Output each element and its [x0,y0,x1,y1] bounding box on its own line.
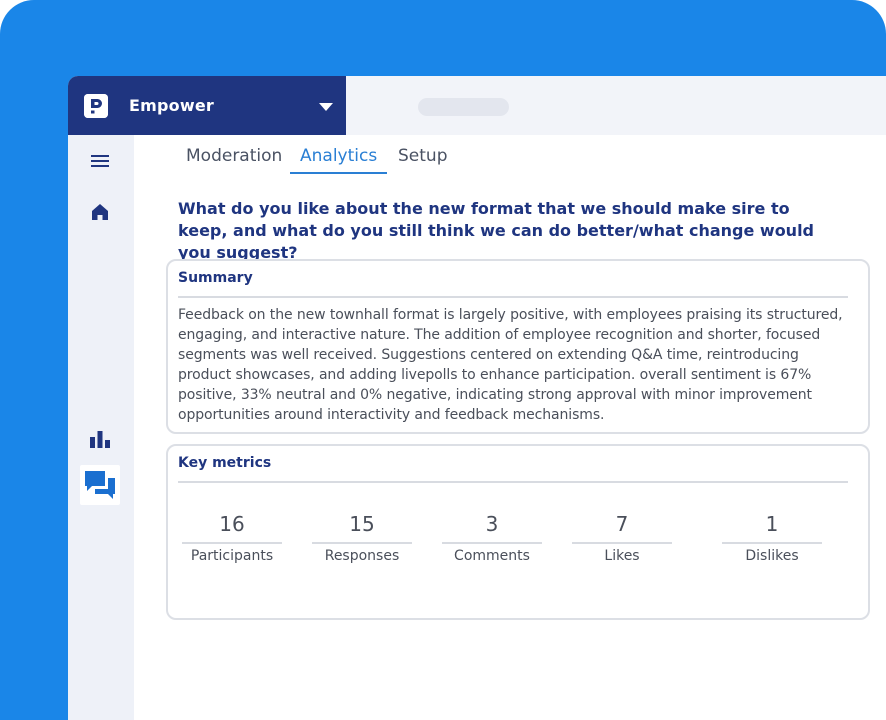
app-name: Empower [129,96,214,115]
metric-label: Comments [454,548,530,564]
metric-value: 15 [349,512,375,536]
home-icon[interactable] [90,202,110,222]
metric-comments: 3 Comments [442,512,542,564]
sidebar-item-feedback[interactable] [80,465,120,505]
sidebar [68,135,134,720]
summary-card: Summary Feedback on the new townhall for… [166,259,870,434]
app-window: Empower Moderation Analytics Setup What … [68,76,886,720]
metric-label: Participants [190,548,274,564]
metric-dislikes: 1 Dislikes [722,512,822,564]
metric-participants: 16 Participants [182,512,282,564]
tab-moderation[interactable]: Moderation [186,146,282,172]
divider [572,542,672,544]
key-metrics-card: Key metrics 16 Participants 15 Responses… [166,444,870,620]
logo-icon [84,94,108,118]
tab-analytics[interactable]: Analytics [290,146,388,174]
divider [722,542,822,544]
workspace-switcher[interactable]: Empower [68,76,346,135]
metric-value: 16 [219,512,245,536]
metric-responses: 15 Responses [312,512,412,564]
divider [178,481,848,483]
divider [312,542,412,544]
key-metrics-title: Key metrics [178,455,272,471]
chat-bubbles-icon [85,471,115,499]
top-bar [346,76,886,135]
metric-value: 7 [615,512,629,536]
caret-down-icon[interactable] [319,103,333,111]
metric-label: Responses [324,548,400,564]
backdrop: Empower Moderation Analytics Setup What … [0,0,886,720]
metric-value: 3 [485,512,499,536]
divider [178,296,848,298]
search-placeholder-bar[interactable] [418,98,509,116]
metric-label: Dislikes [745,548,799,564]
divider [182,542,282,544]
bar-chart-icon[interactable] [89,429,111,449]
tab-setup[interactable]: Setup [398,146,447,172]
metric-likes: 7 Likes [572,512,672,564]
divider [442,542,542,544]
metric-label: Likes [604,548,640,564]
question-heading: What do you like about the new format th… [178,199,815,262]
hamburger-menu-icon[interactable] [90,153,110,169]
metric-value: 1 [765,512,779,536]
summary-text: Feedback on the new townhall format is l… [178,307,843,423]
summary-title: Summary [178,270,253,286]
